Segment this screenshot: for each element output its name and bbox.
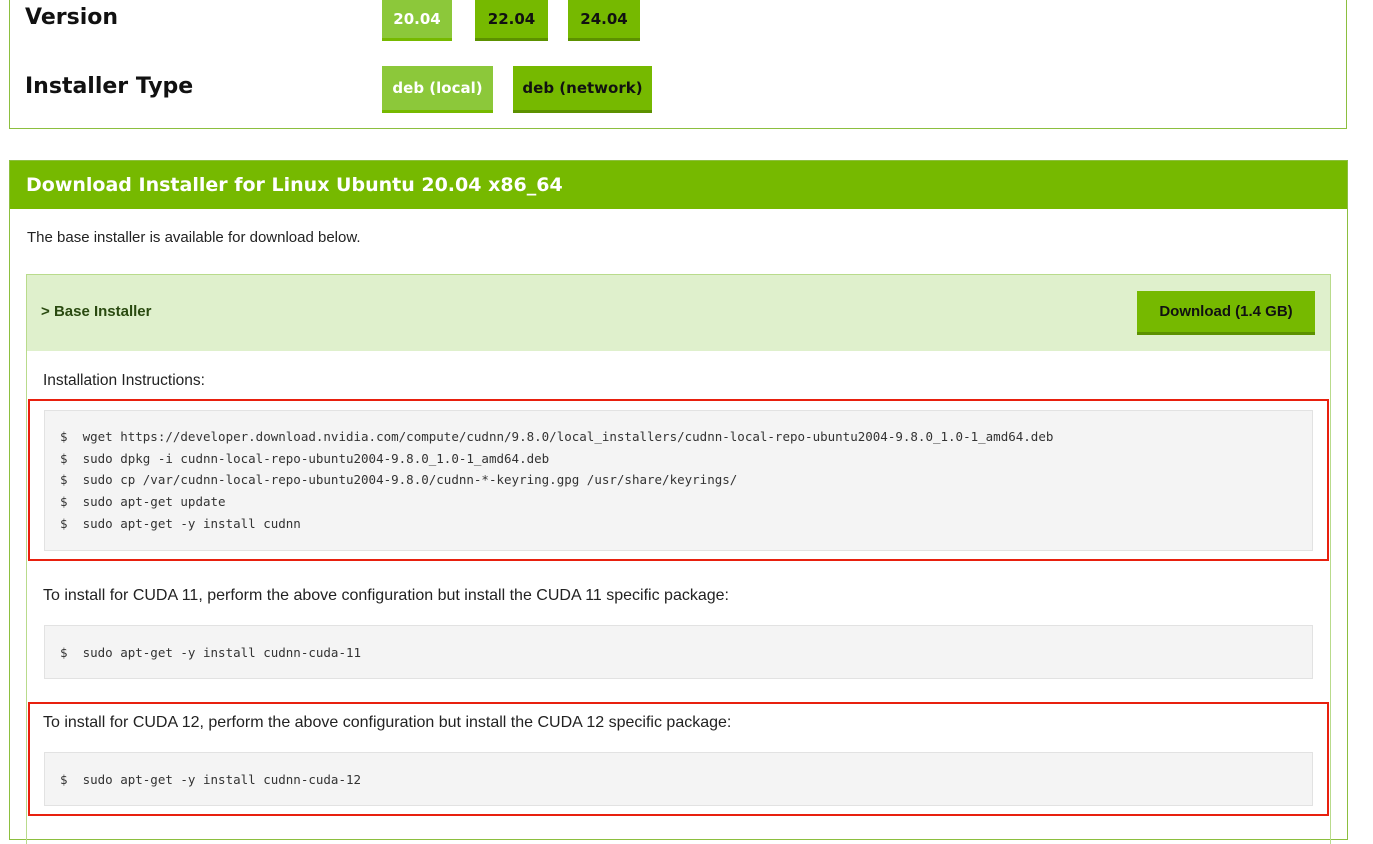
installer-option-deb-network[interactable]: deb (network) (513, 66, 652, 113)
base-installer-section: > Base Installer Download (1.4 GB) Insta… (26, 274, 1331, 844)
selector-panel (9, 0, 1347, 129)
chevron-right-icon: > (41, 303, 50, 320)
cuda11-command-block[interactable]: $ sudo apt-get -y install cudnn-cuda-11 (44, 625, 1313, 679)
base-installer-bar: > Base Installer Download (1.4 GB) (27, 275, 1330, 351)
command-line: $ sudo cp /var/cudnn-local-repo-ubuntu20… (60, 472, 738, 488)
download-panel: Download Installer for Linux Ubuntu 20.0… (9, 160, 1348, 844)
installation-instructions-label: Installation Instructions: (43, 372, 205, 389)
cuda11-label: To install for CUDA 11, perform the abov… (43, 587, 729, 604)
base-installer-title: Base Installer (53, 303, 152, 320)
installer-type-label: Installer Type (25, 74, 194, 99)
version-option-24-04[interactable]: 24.04 (568, 0, 640, 41)
download-button[interactable]: Download (1.4 GB) (1137, 291, 1315, 335)
command-line: $ wget https://developer.download.nvidia… (60, 429, 1054, 444)
command-line: $ sudo dpkg -i cudnn-local-repo-ubuntu20… (60, 450, 550, 466)
command-line: $ sudo apt-get -y install cudnn (60, 515, 301, 531)
install-commands-block[interactable]: $ wget https://developer.download.nvidia… (44, 410, 1313, 551)
command-line: $ sudo apt-get update (60, 494, 226, 510)
installer-option-deb-local[interactable]: deb (local) (382, 66, 493, 113)
version-option-22-04[interactable]: 22.04 (475, 0, 548, 41)
command-line: $ sudo apt-get -y install cudnn-cuda-12 (60, 772, 362, 787)
base-installer-toggle[interactable]: > Base Installer (41, 303, 152, 320)
version-option-20-04[interactable]: 20.04 (382, 0, 452, 41)
version-label: Version (25, 5, 119, 30)
download-intro: The base installer is available for down… (27, 229, 361, 246)
command-line: $ sudo apt-get -y install cudnn-cuda-11 (60, 645, 362, 660)
cuda12-command-block[interactable]: $ sudo apt-get -y install cudnn-cuda-12 (44, 752, 1313, 806)
cuda12-label: To install for CUDA 12, perform the abov… (43, 714, 732, 731)
download-header: Download Installer for Linux Ubuntu 20.0… (10, 161, 1347, 209)
